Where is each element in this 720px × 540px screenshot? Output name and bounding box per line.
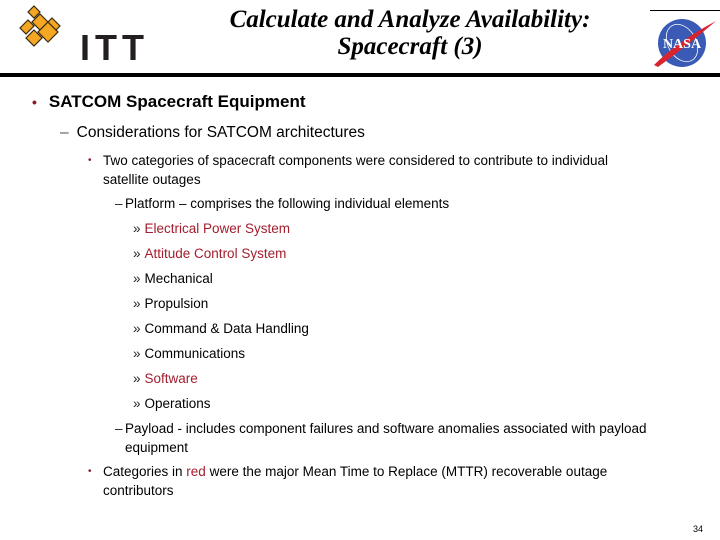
chevron-bullet-icon: » [133, 346, 141, 361]
bullet-dot-icon: • [32, 94, 37, 110]
bullet-text: Two categories of spacecraft components … [103, 153, 609, 187]
nasa-logo: NASA [654, 19, 716, 67]
header-divider [0, 73, 720, 77]
element-item: » Propulsion [133, 294, 208, 313]
title-line-1: Calculate and Analyze Availability: [229, 6, 591, 33]
bullet-dash-icon: – [115, 421, 123, 436]
element-text: Operations [144, 396, 211, 411]
chevron-bullet-icon: » [133, 221, 141, 236]
bullet-dash-icon: – [60, 124, 69, 141]
bullet-text: Payload - includes component failures an… [125, 421, 647, 455]
bullet-level3-categories: • Two categories of spacecraft component… [88, 151, 648, 189]
bullet-dash-icon: – [115, 196, 123, 211]
bullet-dot-icon: • [88, 155, 92, 166]
element-item: » Attitude Control System [133, 244, 286, 263]
bullet-payload: – Payload - includes component failures … [115, 419, 695, 457]
chevron-bullet-icon: » [133, 246, 141, 261]
bullet-dot-icon: • [88, 466, 92, 477]
element-text: Software [144, 371, 198, 386]
element-item: » Communications [133, 344, 245, 363]
element-item: » Operations [133, 394, 211, 413]
text-before: Categories in [103, 464, 187, 479]
element-item: » Electrical Power System [133, 219, 290, 238]
element-text: Electrical Power System [144, 221, 291, 236]
bullet-text: Considerations for SATCOM architectures [76, 124, 365, 141]
element-text: Propulsion [144, 296, 209, 311]
element-text: Mechanical [144, 271, 213, 286]
chevron-bullet-icon: » [133, 296, 141, 311]
itt-logo: ITT [14, 2, 152, 70]
nasa-wordmark: NASA [663, 37, 702, 52]
element-text: Attitude Control System [144, 246, 287, 261]
bullet-level3-mttr: • Categories in red were the major Mean … [88, 462, 648, 500]
itt-wordmark: ITT [80, 27, 149, 68]
bullet-platform: – Platform – comprises the following ind… [115, 194, 695, 213]
chevron-bullet-icon: » [133, 271, 141, 286]
chevron-bullet-icon: » [133, 321, 141, 336]
element-item: » Software [133, 369, 198, 388]
element-text: Command & Data Handling [144, 321, 309, 336]
red-word: red [186, 464, 206, 479]
bullet-level2: – Considerations for SATCOM architectures [60, 124, 365, 142]
bullet-text: Categories in red were the major Mean Ti… [88, 462, 648, 500]
chevron-bullet-icon: » [133, 396, 141, 411]
element-text: Communications [144, 346, 246, 361]
title-line-2: Spacecraft (3) [337, 33, 483, 60]
slide-title: Calculate and Analyze Availability: Spac… [175, 6, 645, 60]
chevron-bullet-icon: » [133, 371, 141, 386]
itt-diamond-icon [19, 5, 61, 47]
element-item: » Command & Data Handling [133, 319, 309, 338]
element-item: » Mechanical [133, 269, 213, 288]
bullet-level1: • SATCOM Spacecraft Equipment [32, 92, 306, 112]
page-number: 34 [693, 524, 704, 534]
bullet-text: SATCOM Spacecraft Equipment [48, 92, 306, 111]
bullet-text: Platform – comprises the following indiv… [125, 196, 450, 211]
